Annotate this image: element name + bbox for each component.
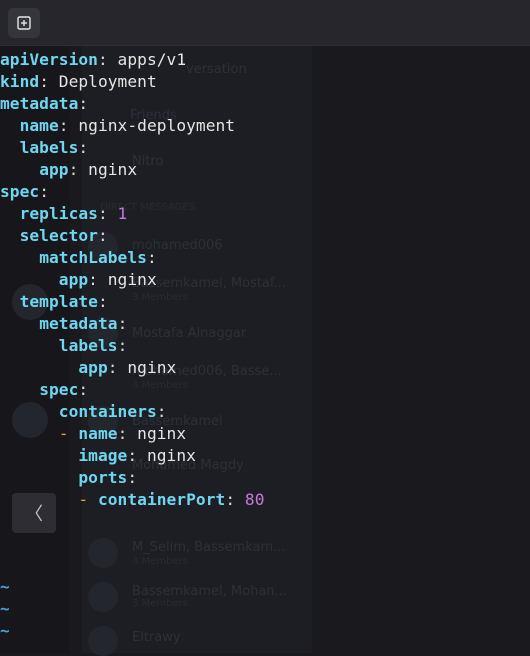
code-line: spec: xyxy=(39,380,89,399)
code-line: selector: xyxy=(19,226,108,245)
new-tab-icon xyxy=(17,16,31,30)
empty-line-tilde: ~ xyxy=(0,599,10,618)
terminal-titlebar xyxy=(0,0,530,46)
yaml-value: Deployment xyxy=(48,72,157,91)
code-line: labels: xyxy=(58,336,128,355)
yaml-key: spec xyxy=(39,380,79,399)
yaml-value: nginx xyxy=(78,160,138,179)
yaml-key: replicas xyxy=(19,204,98,223)
yaml-key: app xyxy=(78,358,108,377)
yaml-key: labels xyxy=(58,336,118,355)
code-line: spec: xyxy=(0,182,49,201)
code-line: ports: xyxy=(78,468,138,487)
code-line: app: nginx xyxy=(39,160,138,179)
empty-line-tilde: ~ xyxy=(0,577,10,596)
yaml-value: apps/v1 xyxy=(107,50,187,69)
yaml-value: nginx xyxy=(97,270,157,289)
empty-line-tilde: ~ xyxy=(0,621,10,640)
background-ghost-text: M_Selim, Bassemkam... xyxy=(132,540,286,555)
code-line: labels: xyxy=(19,138,89,157)
yaml-key: spec xyxy=(0,182,40,201)
code-line: app: nginx xyxy=(78,358,177,377)
background-avatar-ghost xyxy=(88,538,118,568)
yaml-editor[interactable]: apiVersion: apps/v1 kind: Deployment metad… xyxy=(0,49,530,511)
code-line: matchLabels: xyxy=(39,248,157,267)
yaml-key: metadata xyxy=(0,94,79,113)
yaml-key: ports xyxy=(78,468,128,487)
yaml-key: apiVersion xyxy=(0,50,98,69)
background-ghost-text: Bassemkamel, Mohan... xyxy=(132,584,287,599)
yaml-key: selector xyxy=(19,226,98,245)
background-ghost-text: Eltrawy xyxy=(132,630,181,645)
yaml-value: 80 xyxy=(235,490,265,509)
background-ghost-text: 4 Members xyxy=(132,556,188,567)
code-line: metadata: xyxy=(39,314,128,333)
code-line: containers: xyxy=(58,402,167,421)
background-ghost-text: 3 Members xyxy=(132,598,188,609)
background-avatar-ghost xyxy=(88,626,118,656)
yaml-key: image xyxy=(78,446,128,465)
list-dash: - xyxy=(58,424,79,443)
code-line: apiVersion: apps/v1 xyxy=(0,50,187,69)
yaml-key: metadata xyxy=(39,314,118,333)
yaml-value: nginx xyxy=(117,358,177,377)
code-line: - name: nginx xyxy=(58,424,187,443)
code-line: image: nginx xyxy=(78,446,196,465)
yaml-value: nginx-deployment xyxy=(68,116,236,135)
yaml-key: name xyxy=(78,424,118,443)
new-tab-button[interactable] xyxy=(8,8,40,38)
code-line: template: xyxy=(19,292,108,311)
code-line: kind: Deployment xyxy=(0,72,157,91)
yaml-key: containerPort xyxy=(97,490,226,509)
yaml-key: containers xyxy=(58,402,157,421)
yaml-value: nginx xyxy=(137,446,196,465)
yaml-key: kind xyxy=(0,72,40,91)
yaml-key: labels xyxy=(19,138,79,157)
code-line: - containerPort: 80 xyxy=(78,490,265,509)
yaml-key: app xyxy=(58,270,89,289)
code-line: metadata: xyxy=(0,94,89,113)
yaml-key: template xyxy=(19,292,98,311)
background-avatar-ghost xyxy=(88,582,118,612)
yaml-key: matchLabels xyxy=(39,248,147,267)
yaml-key: app xyxy=(39,160,69,179)
list-dash: - xyxy=(78,490,98,509)
yaml-value: nginx xyxy=(127,424,187,443)
code-line: name: nginx-deployment xyxy=(19,116,236,135)
code-line: replicas: 1 xyxy=(19,204,128,223)
code-line: app: nginx xyxy=(58,270,157,289)
yaml-key: name xyxy=(19,116,59,135)
empty-line-markers: ~ ~ ~ xyxy=(0,576,10,642)
yaml-value: 1 xyxy=(107,204,128,223)
back-button[interactable]: 〈 xyxy=(12,493,56,533)
